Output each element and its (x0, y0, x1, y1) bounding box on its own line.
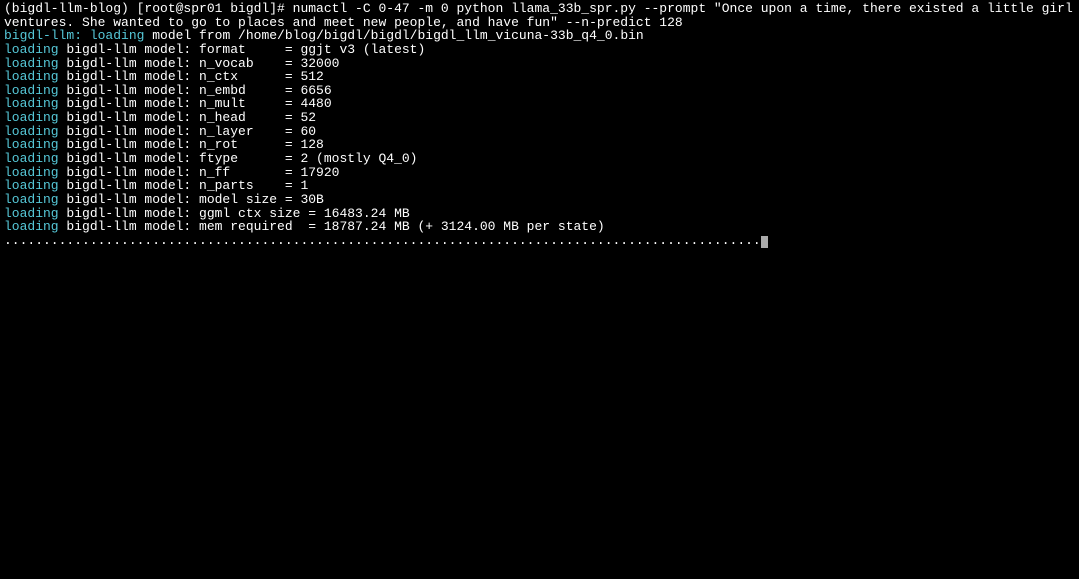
terminal-line: loading bigdl-llm model: n_layer = 60 (4, 125, 1075, 139)
terminal-line: loading bigdl-llm model: n_parts = 1 (4, 179, 1075, 193)
terminal-output[interactable]: (bigdl-llm-blog) [root@spr01 bigdl]# num… (4, 2, 1075, 248)
terminal-line: ........................................… (4, 234, 1075, 248)
terminal-line: ventures. She wanted to go to places and… (4, 16, 1075, 30)
terminal-line: loading bigdl-llm model: format = ggjt v… (4, 43, 1075, 57)
terminal-line: loading bigdl-llm model: n_head = 52 (4, 111, 1075, 125)
terminal-line: loading bigdl-llm model: model size = 30… (4, 193, 1075, 207)
terminal-line: loading bigdl-llm model: n_ff = 17920 (4, 166, 1075, 180)
terminal-line: loading bigdl-llm model: ggml ctx size =… (4, 207, 1075, 221)
terminal-line: loading bigdl-llm model: mem required = … (4, 220, 1075, 234)
terminal-line: (bigdl-llm-blog) [root@spr01 bigdl]# num… (4, 2, 1075, 16)
terminal-line: loading bigdl-llm model: n_embd = 6656 (4, 84, 1075, 98)
terminal-line: bigdl-llm: loading model from /home/blog… (4, 29, 1075, 43)
terminal-line: loading bigdl-llm model: ftype = 2 (most… (4, 152, 1075, 166)
terminal-line: loading bigdl-llm model: n_ctx = 512 (4, 70, 1075, 84)
terminal-text: ........................................… (4, 233, 761, 248)
terminal-line: loading bigdl-llm model: n_mult = 4480 (4, 97, 1075, 111)
terminal-line: loading bigdl-llm model: n_rot = 128 (4, 138, 1075, 152)
terminal-line: loading bigdl-llm model: n_vocab = 32000 (4, 57, 1075, 71)
terminal-cursor (761, 236, 768, 248)
